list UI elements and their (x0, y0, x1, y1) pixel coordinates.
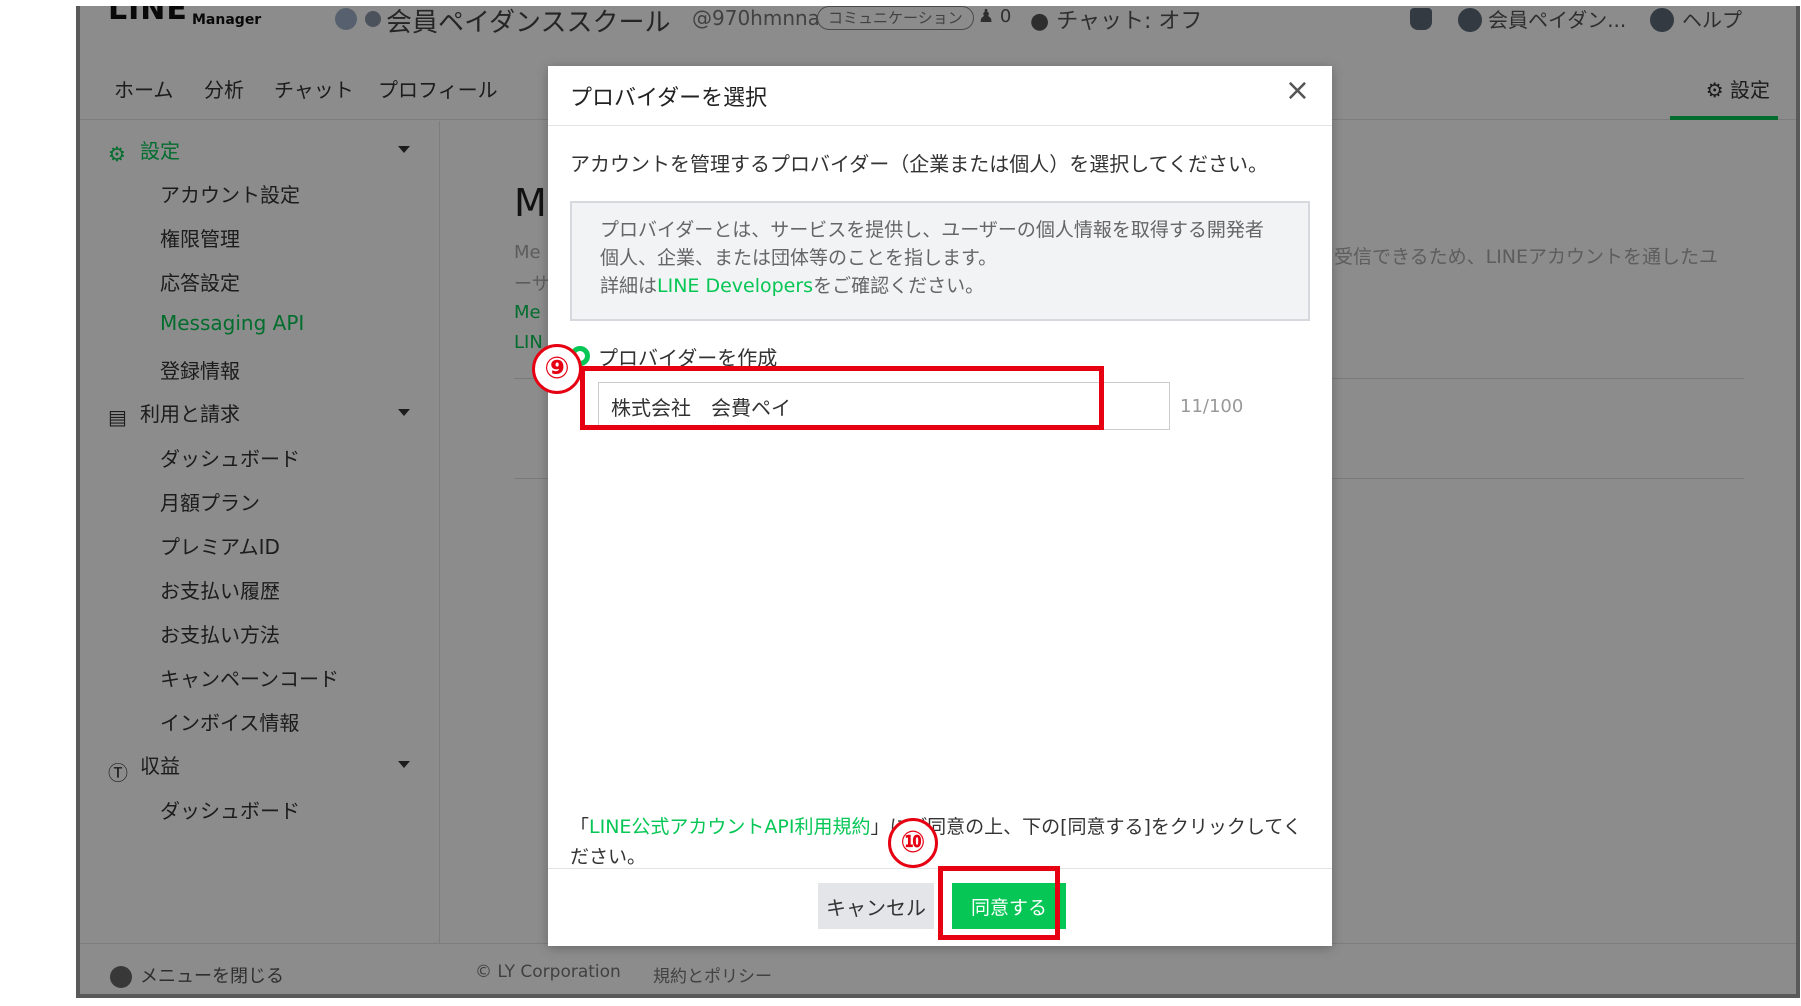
line-developers-link[interactable]: LINE Developers (657, 275, 813, 297)
info-line-3-prefix: 詳細は (600, 275, 658, 297)
info-line-2: 個人、企業、または団体等のことを指します。 (600, 247, 998, 269)
terms-notice: 「LINE公式アカウントAPI利用規約」にご同意の上、下の[同意する]をクリック… (570, 812, 1310, 872)
annotation-step9: ⑨ (532, 344, 582, 394)
screenshot-frame: LINE Manager 会員ペイダンススクール @970hmnna コミュニケ… (76, 6, 1800, 998)
api-terms-link[interactable]: LINE公式アカウントAPI利用規約 (589, 816, 870, 838)
terms-prefix: 「 (570, 816, 590, 838)
annotation-step10: ⑩ (888, 818, 938, 868)
provider-info-box: プロバイダーとは、サービスを提供し、ユーザーの個人情報を取得する開発者 個人、企… (570, 201, 1310, 321)
annotation-box-step9 (580, 366, 1104, 430)
char-count: 11/100 (1180, 396, 1244, 417)
close-icon[interactable]: × (1285, 76, 1310, 106)
modal-title: プロバイダーを選択 (570, 86, 768, 111)
modal-description: アカウントを管理するプロバイダー（企業または個人）を選択してください。 (570, 152, 1268, 176)
annotation-box-step10 (938, 866, 1060, 940)
info-line-1: プロバイダーとは、サービスを提供し、ユーザーの個人情報を取得する開発者 (600, 219, 1264, 241)
info-line-3: 詳細はLINE Developersをご確認ください。 (600, 271, 984, 298)
select-provider-modal: プロバイダーを選択 × アカウントを管理するプロバイダー（企業または個人）を選択… (548, 66, 1332, 946)
info-line-3-suffix: をご確認ください。 (813, 275, 985, 297)
modal-header: プロバイダーを選択 × (548, 66, 1332, 126)
line-manager-app: LINE Manager 会員ペイダンススクール @970hmnna コミュニケ… (80, 6, 1796, 994)
cancel-button[interactable]: キャンセル (818, 883, 934, 929)
